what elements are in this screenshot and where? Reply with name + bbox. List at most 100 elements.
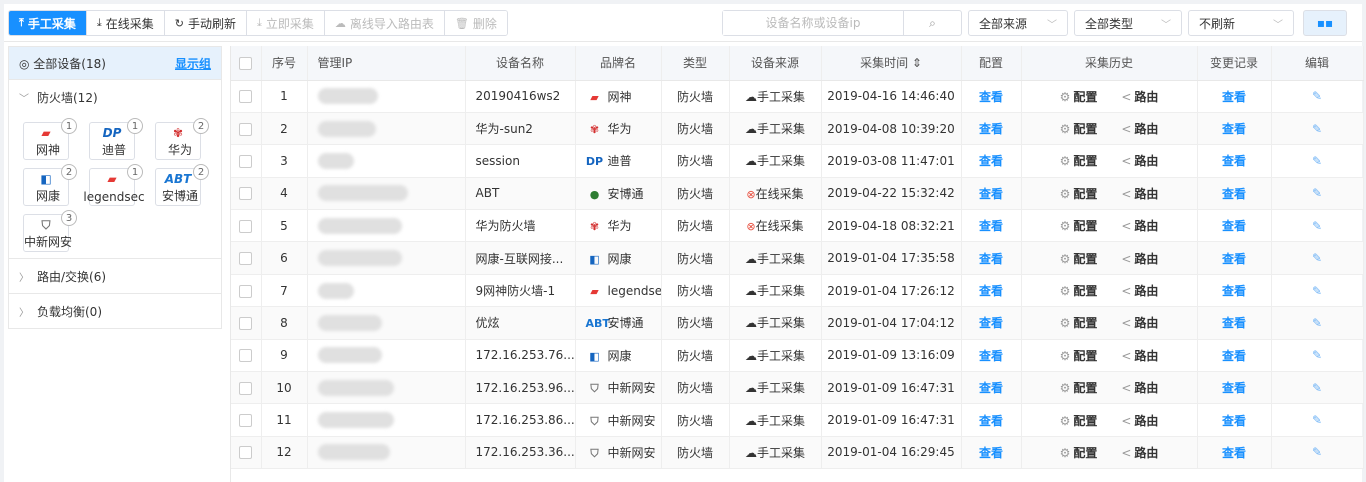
edit-icon[interactable]: ✎ xyxy=(1312,251,1322,265)
sidebar-group-title[interactable]: 〉路由/交换(6) xyxy=(9,259,221,293)
edit-icon[interactable]: ✎ xyxy=(1312,348,1322,362)
row-checkbox[interactable] xyxy=(239,187,253,201)
history-route-button[interactable]: < 路由 xyxy=(1121,444,1158,461)
row-checkbox[interactable] xyxy=(239,446,253,460)
toolbar-button-2[interactable]: ↻ 手动刷新 xyxy=(164,11,248,35)
source-select[interactable]: 全部来源 ﹀ xyxy=(968,10,1068,36)
view-change-log-link[interactable]: 查看 xyxy=(1222,187,1246,201)
row-checkbox[interactable] xyxy=(239,284,253,298)
view-change-log-link[interactable]: 查看 xyxy=(1222,252,1246,266)
type-select[interactable]: 全部类型 ﹀ xyxy=(1074,10,1182,36)
table-row[interactable]: 2 华为-sun2 ✾ 华为 防火墙 ☁手工采集 2019-04-08 10:39:20 查看… xyxy=(231,112,1364,146)
brand-card[interactable]: ⛉ 中新网安 3 xyxy=(15,210,81,252)
toolbar-button-0[interactable]: ⤒ 手工采集 xyxy=(9,11,87,35)
row-checkbox[interactable] xyxy=(239,252,253,266)
history-config-button[interactable]: ⚙ 配置 xyxy=(1060,412,1098,429)
table-row[interactable]: 4 ABT ● 安博通 防火墙 ⊗在线采集 2019-04-22 15:32:42 查看 ⚙ 配置… xyxy=(231,177,1364,211)
view-change-log-link[interactable]: 查看 xyxy=(1222,90,1246,104)
view-config-link[interactable]: 查看 xyxy=(979,90,1003,104)
view-config-link[interactable]: 查看 xyxy=(979,316,1003,330)
select-all-cell[interactable] xyxy=(231,46,262,81)
row-checkbox[interactable] xyxy=(239,316,253,330)
toolbar-button-3[interactable]: ⤓ 立即采集 xyxy=(247,11,325,35)
view-change-log-link[interactable]: 查看 xyxy=(1222,219,1246,233)
table-row[interactable]: 9 172.16.253.76... ◧ 网康 防火墙 ☁手工采集 2019-01-09 1… xyxy=(231,339,1364,373)
row-checkbox[interactable] xyxy=(239,122,253,136)
view-config-link[interactable]: 查看 xyxy=(979,187,1003,201)
history-route-button[interactable]: < 路由 xyxy=(1121,250,1158,267)
history-route-button[interactable]: < 路由 xyxy=(1121,412,1158,429)
column-header[interactable]: 采集时间 ⇕ xyxy=(821,46,962,81)
edit-icon[interactable]: ✎ xyxy=(1312,122,1322,136)
history-config-button[interactable]: ⚙ 配置 xyxy=(1060,120,1098,137)
view-change-log-link[interactable]: 查看 xyxy=(1222,349,1246,363)
table-row[interactable]: 3 session DP 迪普 防火墙 ☁手工采集 2019-03-08 11:47:01 查… xyxy=(231,144,1364,178)
history-route-button[interactable]: < 路由 xyxy=(1121,347,1158,364)
history-route-button[interactable]: < 路由 xyxy=(1121,88,1158,105)
history-config-button[interactable]: ⚙ 配置 xyxy=(1060,152,1098,169)
view-config-link[interactable]: 查看 xyxy=(979,252,1003,266)
history-config-button[interactable]: ⚙ 配置 xyxy=(1060,250,1098,267)
history-route-button[interactable]: < 路由 xyxy=(1121,314,1158,331)
history-route-button[interactable]: < 路由 xyxy=(1121,152,1158,169)
edit-icon[interactable]: ✎ xyxy=(1312,445,1322,459)
edit-icon[interactable]: ✎ xyxy=(1312,154,1322,168)
edit-icon[interactable]: ✎ xyxy=(1312,186,1322,200)
view-config-link[interactable]: 查看 xyxy=(979,154,1003,168)
sidebar-group-title[interactable]: ﹀ 防火墙(12) xyxy=(9,80,221,114)
row-checkbox[interactable] xyxy=(239,349,253,363)
row-checkbox[interactable] xyxy=(239,414,253,428)
view-config-link[interactable]: 查看 xyxy=(979,381,1003,395)
history-route-button[interactable]: < 路由 xyxy=(1121,379,1158,396)
refresh-select[interactable]: 不刷新 ﹀ xyxy=(1188,10,1294,36)
table-row[interactable]: 12 172.16.253.36... ⛉ 中新网安 防火墙 ☁手工采集 2019-01-0… xyxy=(231,436,1364,470)
select-all-checkbox[interactable] xyxy=(239,56,253,70)
edit-icon[interactable]: ✎ xyxy=(1312,89,1322,103)
grid-view-button[interactable]: ▪▪ xyxy=(1303,10,1347,36)
history-config-button[interactable]: ⚙ 配置 xyxy=(1060,88,1098,105)
search-input[interactable] xyxy=(723,11,903,35)
view-config-link[interactable]: 查看 xyxy=(979,284,1003,298)
view-config-link[interactable]: 查看 xyxy=(979,349,1003,363)
edit-icon[interactable]: ✎ xyxy=(1312,219,1322,233)
edit-icon[interactable]: ✎ xyxy=(1312,284,1322,298)
brand-card[interactable]: ABT 安博通 2 xyxy=(147,164,213,206)
view-change-log-link[interactable]: 查看 xyxy=(1222,414,1246,428)
row-checkbox[interactable] xyxy=(239,381,253,395)
table-row[interactable]: 11 172.16.253.86... ⛉ 中新网安 防火墙 ☁手工采集 2019-01-0… xyxy=(231,403,1364,437)
history-route-button[interactable]: < 路由 xyxy=(1121,217,1158,234)
row-checkbox[interactable] xyxy=(239,219,253,233)
sidebar-group-title[interactable]: 〉负载均衡(0) xyxy=(9,294,221,328)
history-config-button[interactable]: ⚙ 配置 xyxy=(1060,282,1098,299)
view-change-log-link[interactable]: 查看 xyxy=(1222,316,1246,330)
toolbar-button-1[interactable]: ⤓ 在线采集 xyxy=(86,11,165,35)
table-row[interactable]: 6 网康-互联网接... ◧ 网康 防火墙 ☁手工采集 2019-01-04 17:35:5… xyxy=(231,241,1364,275)
view-config-link[interactable]: 查看 xyxy=(979,414,1003,428)
view-change-log-link[interactable]: 查看 xyxy=(1222,446,1246,460)
table-row[interactable]: 8 优炫 ABT安博通 防火墙 ☁手工采集 2019-01-04 17:04:12 查看 ⚙ 配… xyxy=(231,306,1364,340)
search-button[interactable]: ⌕ xyxy=(903,11,961,35)
edit-icon[interactable]: ✎ xyxy=(1312,381,1322,395)
view-change-log-link[interactable]: 查看 xyxy=(1222,154,1246,168)
show-group-link[interactable]: 显示组 xyxy=(175,55,211,72)
table-row[interactable]: 79网神防火墙-1▰legendsec防火墙☁手工采集2019-01-04 17… xyxy=(231,274,1364,308)
edit-icon[interactable]: ✎ xyxy=(1312,316,1322,330)
brand-card[interactable]: ◧ 网康 2 xyxy=(15,164,81,206)
toolbar-button-4[interactable]: ☁ 离线导入路由表 xyxy=(324,11,445,35)
table-row[interactable]: 1 20190416ws2 ▰ 网神 防火墙 ☁手工采集 2019-04-16 14:46:… xyxy=(231,80,1364,113)
history-route-button[interactable]: < 路由 xyxy=(1121,282,1158,299)
edit-icon[interactable]: ✎ xyxy=(1312,413,1322,427)
history-config-button[interactable]: ⚙ 配置 xyxy=(1060,217,1098,234)
view-change-log-link[interactable]: 查看 xyxy=(1222,381,1246,395)
view-change-log-link[interactable]: 查看 xyxy=(1222,284,1246,298)
table-row[interactable]: 5 华为防火墙 ✾ 华为 防火墙 ⊗在线采集 2019-04-18 08:32:21 查看 ⚙ 配… xyxy=(231,209,1364,243)
history-config-button[interactable]: ⚙ 配置 xyxy=(1060,444,1098,461)
brand-card[interactable]: DP 迪普 1 xyxy=(81,118,147,160)
history-config-button[interactable]: ⚙ 配置 xyxy=(1060,314,1098,331)
brand-card[interactable]: ▰ legendsec 1 xyxy=(81,164,147,206)
toolbar-button-5[interactable]: 🗑 删除 xyxy=(444,11,507,35)
brand-card[interactable]: ▰ 网神 1 xyxy=(15,118,81,160)
row-checkbox[interactable] xyxy=(239,154,253,168)
history-config-button[interactable]: ⚙ 配置 xyxy=(1060,185,1098,202)
view-config-link[interactable]: 查看 xyxy=(979,219,1003,233)
